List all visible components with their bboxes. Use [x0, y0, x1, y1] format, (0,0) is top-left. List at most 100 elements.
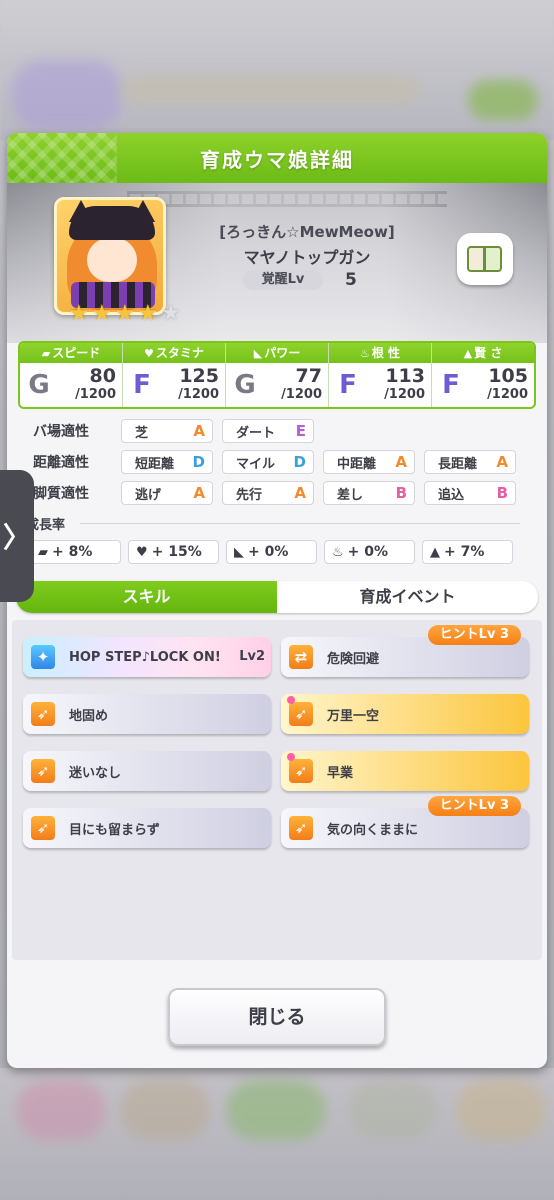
skill-name: 迷いなし [69, 765, 122, 781]
running-icon: ➶ [31, 759, 55, 783]
graduation-cap-icon: ▲ [430, 544, 440, 560]
stat-max: /1200 [178, 387, 219, 402]
shoe-icon: ▰ [41, 347, 51, 360]
skill-item[interactable]: ✦ HOP STEP♪LOCK ON! Lv2 [23, 637, 271, 677]
portrait-cat-ear-right [131, 200, 155, 222]
growth-cell: ▰ + 8% [30, 540, 121, 564]
running-icon: ➶ [31, 702, 55, 726]
trainee-detail-modal: 育成ウマ娘詳細 ★ ★ ★ ★ ★ [ろっきん☆MewMeow] マヤノトップガン 覚醒… [7, 133, 547, 1068]
awakening-value: 5 [345, 270, 357, 290]
flame-icon: ♨ [332, 544, 344, 560]
stat-value: 113 [385, 365, 425, 387]
muscle-icon: ◣ [234, 544, 244, 560]
detail-tabs: スキル 育成イベント [16, 581, 538, 613]
danger-avoid-icon: ⇄ [289, 645, 313, 669]
card-title: [ろっきん☆MewMeow] [219, 223, 395, 241]
skill-name: 気の向くままに [327, 822, 419, 838]
skill-list: ✦ HOP STEP♪LOCK ON! Lv2 ヒントLv 3 ⇄ 危険回避 ➶… [12, 620, 542, 960]
new-indicator-dot [287, 696, 295, 704]
skill-item[interactable]: ➶ 迷いなし [23, 751, 271, 791]
running-icon: ➶ [289, 759, 313, 783]
skill-name: 早業 [327, 765, 354, 781]
star-rating: ★ ★ ★ ★ ★ [69, 303, 184, 325]
aptitude-cell: 逃げ A [121, 481, 213, 505]
stat-label: スタミナ [155, 346, 204, 360]
side-drawer-tab[interactable]: 〉 [0, 470, 34, 602]
new-indicator-dot [287, 753, 295, 761]
aptitude-cell: 差し B [323, 481, 415, 505]
portrait-cat-ear-left [69, 200, 93, 222]
skill-item[interactable]: ヒントLv 3 ⇄ 危険回避 [281, 625, 529, 677]
running-icon: ➶ [31, 816, 55, 840]
aptitude-distance-row: 距離適性 短距離 D マイル D 中距離 A 長距離 A [33, 450, 525, 474]
skill-item[interactable]: ➶ 目にも留まらず [23, 808, 271, 848]
aptitude-cell: 先行 A [222, 481, 314, 505]
stat-wisdom: ▲ 賢 さ F 105 /1200 [432, 343, 534, 407]
stat-rank: F [133, 370, 151, 400]
aptitude-cell: 追込 B [424, 481, 516, 505]
star-filled-icon: ★ [115, 301, 135, 326]
tab-training-events[interactable]: 育成イベント [277, 581, 538, 613]
growth-cell: ♥ + 15% [128, 540, 219, 564]
skill-name: 危険回避 [327, 651, 380, 667]
growth-cell: ♨ + 0% [324, 540, 415, 564]
stat-value: 80 [89, 365, 116, 387]
stat-rank: G [234, 370, 256, 400]
aptitude-cell: 長距離 A [424, 450, 516, 474]
stat-label: 賢 さ [474, 346, 503, 360]
skill-level: Lv2 [239, 649, 265, 664]
stat-max: /1200 [281, 387, 322, 402]
stats-panel: ▰ スピード G 80 /1200 ♥ スタミナ F 125 /1200 ◣ パワー … [18, 341, 536, 409]
stat-rank: G [28, 370, 50, 400]
heart-icon: ♥ [144, 347, 154, 360]
stat-stamina: ♥ スタミナ F 125 /1200 [123, 343, 226, 407]
stat-value: 105 [488, 365, 528, 387]
stat-power: ◣ パワー G 77 /1200 [226, 343, 329, 407]
awakening-level: 覚醒Lv 5 [243, 269, 375, 291]
stat-guts: ♨ 根 性 F 113 /1200 [329, 343, 432, 407]
stat-value: 77 [295, 365, 322, 387]
sparkle-icon: ✦ [31, 645, 55, 669]
aptitude-label: 距離適性 [33, 455, 89, 471]
aptitude-label: 脚質適性 [33, 486, 89, 502]
skill-item[interactable]: ➶ 早業 [281, 751, 529, 791]
modal-title: 育成ウマ娘詳細 [200, 148, 354, 172]
tab-skills[interactable]: スキル [16, 581, 277, 613]
character-name-block: [ろっきん☆MewMeow] マヤノトップガン [177, 221, 437, 268]
modal-header: 育成ウマ娘詳細 [7, 133, 547, 183]
character-portrait[interactable] [54, 197, 166, 315]
stat-rank: F [339, 370, 357, 400]
portrait-face [87, 238, 137, 282]
skill-item[interactable]: ➶ 地固め [23, 694, 271, 734]
skill-item[interactable]: ヒントLv 3 ➶ 気の向くままに [281, 796, 529, 848]
skill-name: 目にも留まらず [69, 822, 160, 838]
growth-divider [80, 523, 520, 524]
aptitude-style-row: 脚質適性 逃げ A 先行 A 差し B 追込 B [33, 481, 525, 505]
stat-label: 根 性 [371, 346, 401, 360]
awakening-label: 覚醒Lv [243, 270, 323, 290]
aptitude-label: バ場適性 [33, 424, 89, 440]
skill-item[interactable]: ➶ 万里一空 [281, 694, 529, 734]
stat-value: 125 [179, 365, 219, 387]
hint-badge: ヒントLv 3 [427, 796, 521, 816]
flame-icon: ♨ [359, 347, 370, 360]
close-button[interactable]: 閉じる [168, 988, 386, 1046]
running-icon: ➶ [289, 816, 313, 840]
heart-icon: ♥ [136, 544, 148, 560]
aptitude-cell: 中距離 A [323, 450, 415, 474]
stat-label: パワー [264, 346, 301, 360]
character-name: マヤノトップガン [243, 248, 371, 267]
chevron-right-icon: 〉 [2, 521, 31, 554]
book-icon [467, 246, 503, 272]
aptitude-cell: 芝A [121, 419, 213, 443]
growth-cell: ▲ + 7% [422, 540, 513, 564]
skill-book-button[interactable] [457, 233, 513, 285]
stat-max: /1200 [384, 387, 425, 402]
growth-cell: ◣ + 0% [226, 540, 317, 564]
aptitude-track-row: バ場適性 芝A ダート E [33, 419, 323, 443]
skill-name: HOP STEP♪LOCK ON! [69, 649, 221, 665]
star-filled-icon: ★ [69, 301, 89, 326]
hint-badge: ヒントLv 3 [427, 625, 521, 645]
stat-max: /1200 [487, 387, 528, 402]
growth-rate-row: ▰ + 8% ♥ + 15% ◣ + 0% ♨ + 0% ▲ + 7% [30, 540, 513, 564]
